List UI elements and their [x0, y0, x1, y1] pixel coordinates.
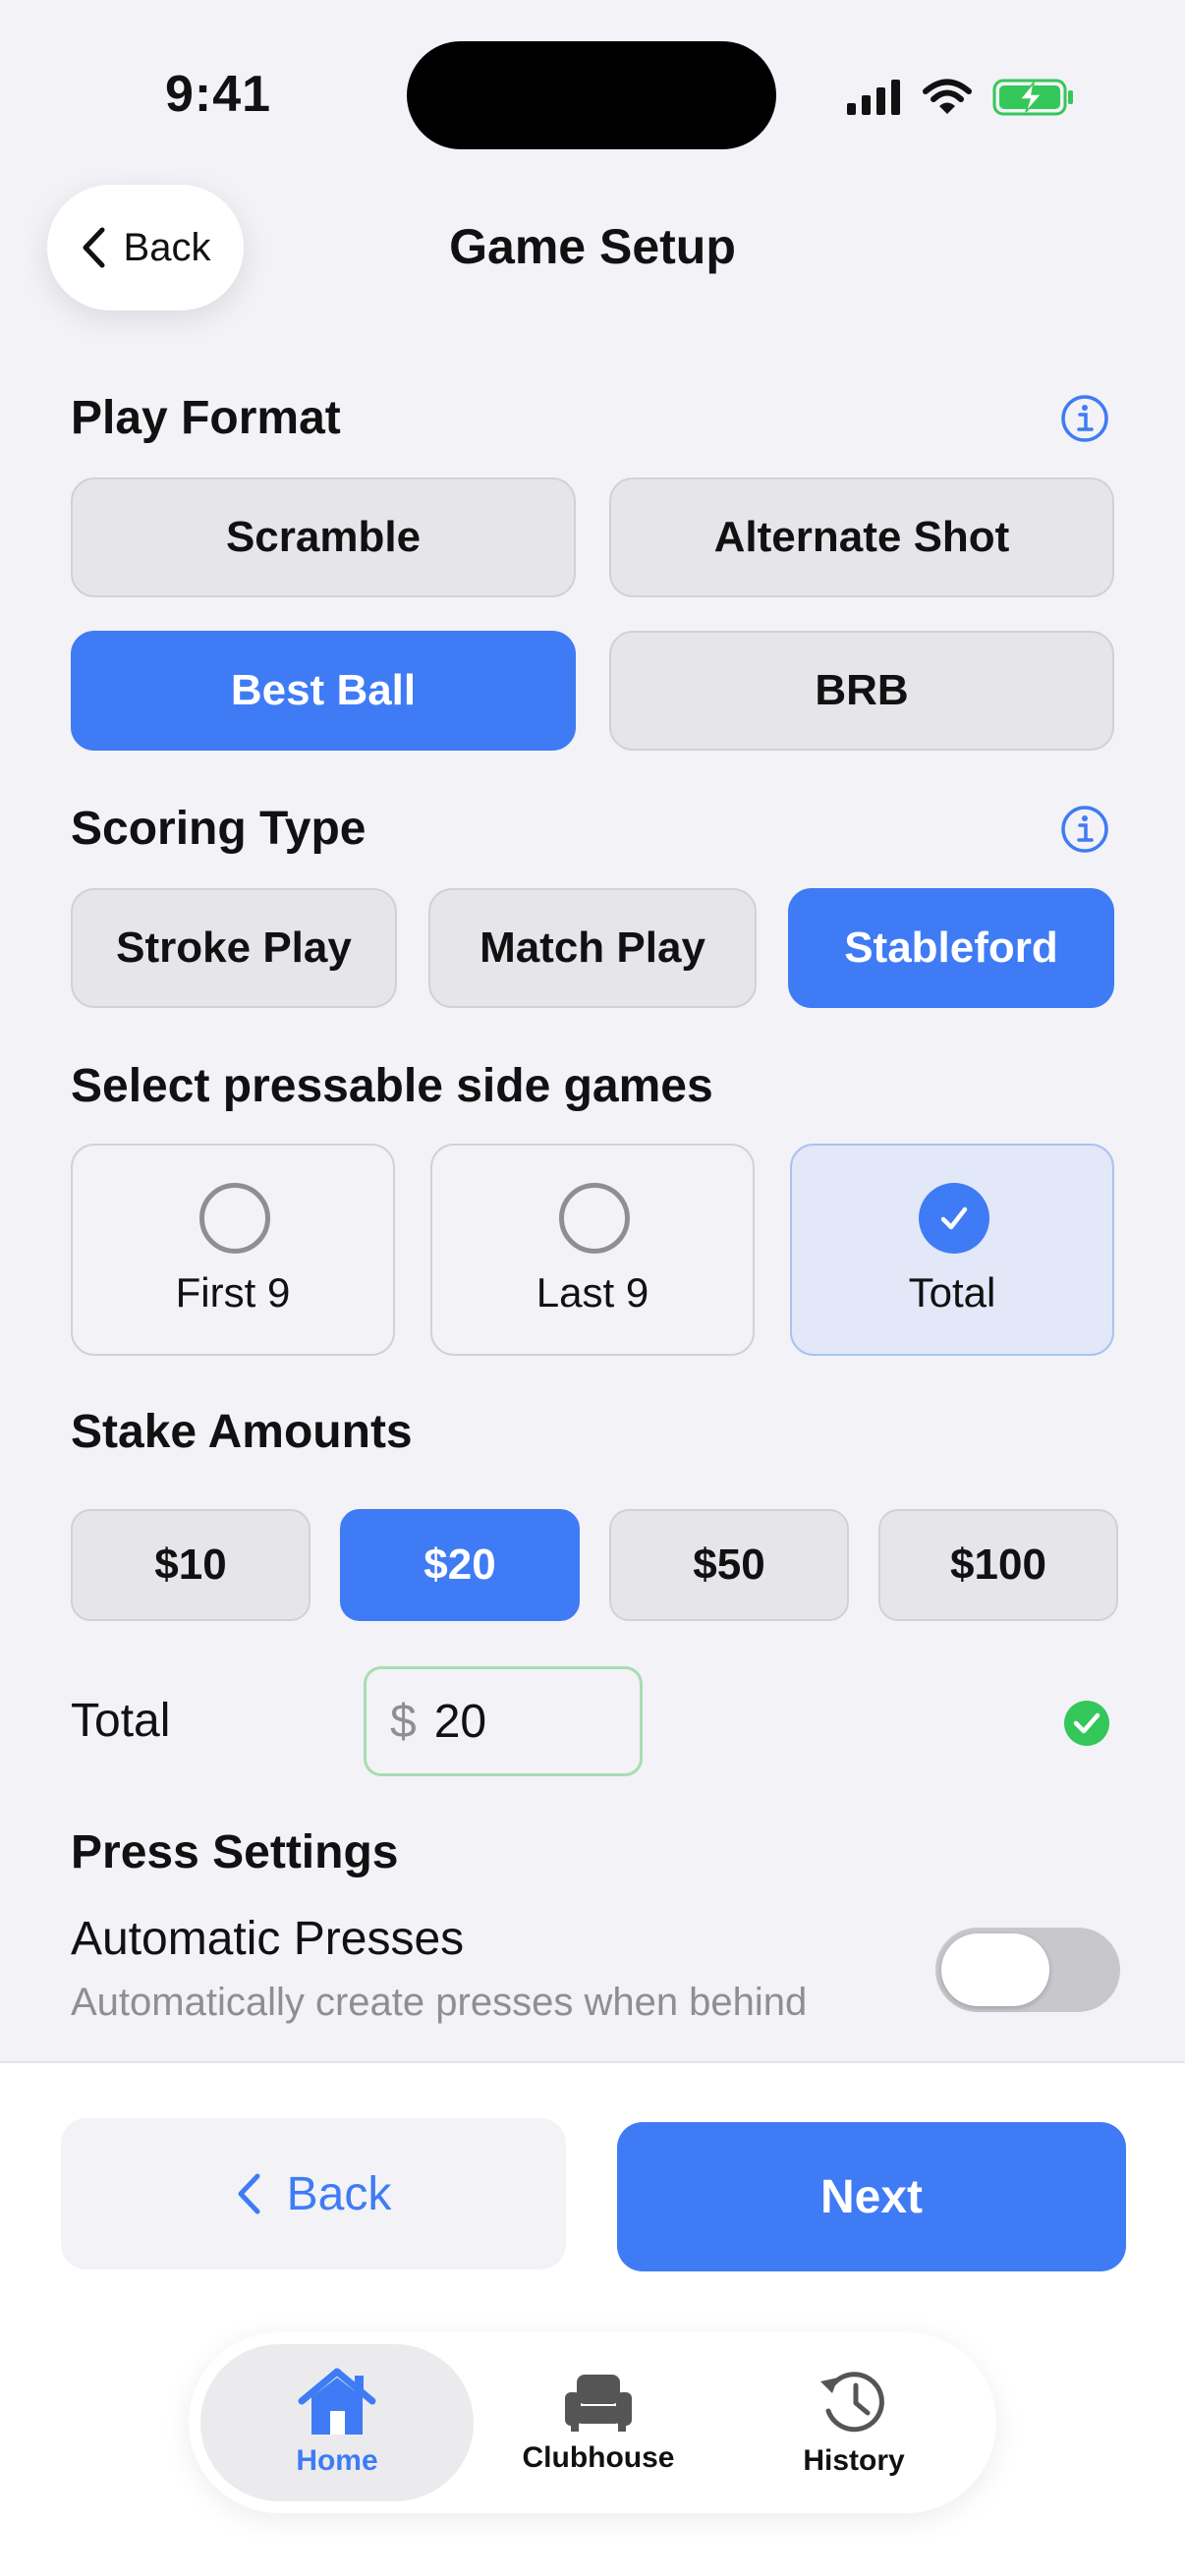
checkmark-icon — [940, 1206, 968, 1230]
side-game-last-9[interactable]: Last 9 — [430, 1144, 755, 1356]
back-button-label: Back — [286, 2167, 392, 2220]
side-game-first-9[interactable]: First 9 — [71, 1144, 395, 1356]
toggle-knob — [941, 1933, 1049, 2006]
stake-option-10[interactable]: $10 — [71, 1509, 310, 1621]
stake-option-20[interactable]: $20 — [340, 1509, 580, 1621]
total-amount-input[interactable]: $ 20 — [364, 1666, 643, 1776]
tab-history[interactable]: History — [723, 2344, 985, 2501]
valid-check-icon — [1064, 1701, 1109, 1746]
format-option-alternate-shot[interactable]: Alternate Shot — [609, 477, 1114, 597]
armchair-icon — [565, 2375, 632, 2432]
scoring-option-stroke-play[interactable]: Stroke Play — [71, 888, 397, 1008]
scoring-option-stableford[interactable]: Stableford — [788, 888, 1114, 1008]
stake-option-100[interactable]: $100 — [878, 1509, 1118, 1621]
info-icon[interactable] — [1059, 804, 1110, 855]
currency-symbol: $ — [390, 1695, 417, 1748]
play-format-title: Play Format — [71, 392, 341, 444]
side-game-label: First 9 — [175, 1269, 291, 1316]
history-icon — [820, 2372, 884, 2433]
chevron-left-icon — [238, 2173, 260, 2214]
checkmark-circle-icon — [919, 1183, 989, 1254]
status-time: 9:41 — [165, 66, 272, 123]
battery-charging-icon — [992, 79, 1073, 116]
side-game-label: Total — [908, 1269, 996, 1316]
radio-unchecked-icon — [559, 1183, 630, 1254]
game-setup-screen: 9:41 Back Game Setup Play Format Scrambl… — [0, 0, 1185, 2576]
signal-icon — [847, 80, 900, 115]
back-button[interactable]: Back — [61, 2118, 566, 2269]
tab-label: History — [803, 2444, 905, 2477]
format-option-scramble[interactable]: Scramble — [71, 477, 576, 597]
tab-clubhouse[interactable]: Clubhouse — [474, 2344, 723, 2501]
next-button[interactable]: Next — [617, 2122, 1126, 2271]
page-title: Game Setup — [449, 219, 736, 274]
tab-label: Clubhouse — [522, 2441, 675, 2474]
automatic-presses-subtitle: Automatically create presses when behind — [71, 1981, 808, 2024]
tab-label: Home — [296, 2444, 378, 2477]
side-games-title: Select pressable side games — [71, 1060, 713, 1112]
side-game-label: Last 9 — [536, 1269, 649, 1316]
info-icon[interactable] — [1059, 393, 1110, 444]
tab-home[interactable]: Home — [200, 2344, 474, 2501]
side-game-total[interactable]: Total — [790, 1144, 1114, 1356]
radio-unchecked-icon — [199, 1183, 270, 1254]
automatic-presses-title: Automatic Presses — [71, 1913, 465, 1965]
total-amount-value: 20 — [433, 1695, 487, 1748]
wifi-icon — [923, 79, 972, 114]
home-icon — [298, 2368, 376, 2435]
status-icons — [847, 73, 1075, 122]
tab-bar: Home Clubhouse History — [189, 2332, 996, 2513]
automatic-presses-toggle[interactable] — [935, 1928, 1120, 2012]
format-option-brb[interactable]: BRB — [609, 631, 1114, 751]
stake-option-50[interactable]: $50 — [609, 1509, 849, 1621]
press-settings-title: Press Settings — [71, 1826, 399, 1878]
format-option-best-ball[interactable]: Best Ball — [71, 631, 576, 751]
scoring-option-match-play[interactable]: Match Play — [428, 888, 757, 1008]
total-label: Total — [71, 1695, 171, 1747]
dynamic-island — [407, 41, 776, 149]
scoring-type-title: Scoring Type — [71, 803, 367, 855]
stake-amounts-title: Stake Amounts — [71, 1406, 413, 1458]
